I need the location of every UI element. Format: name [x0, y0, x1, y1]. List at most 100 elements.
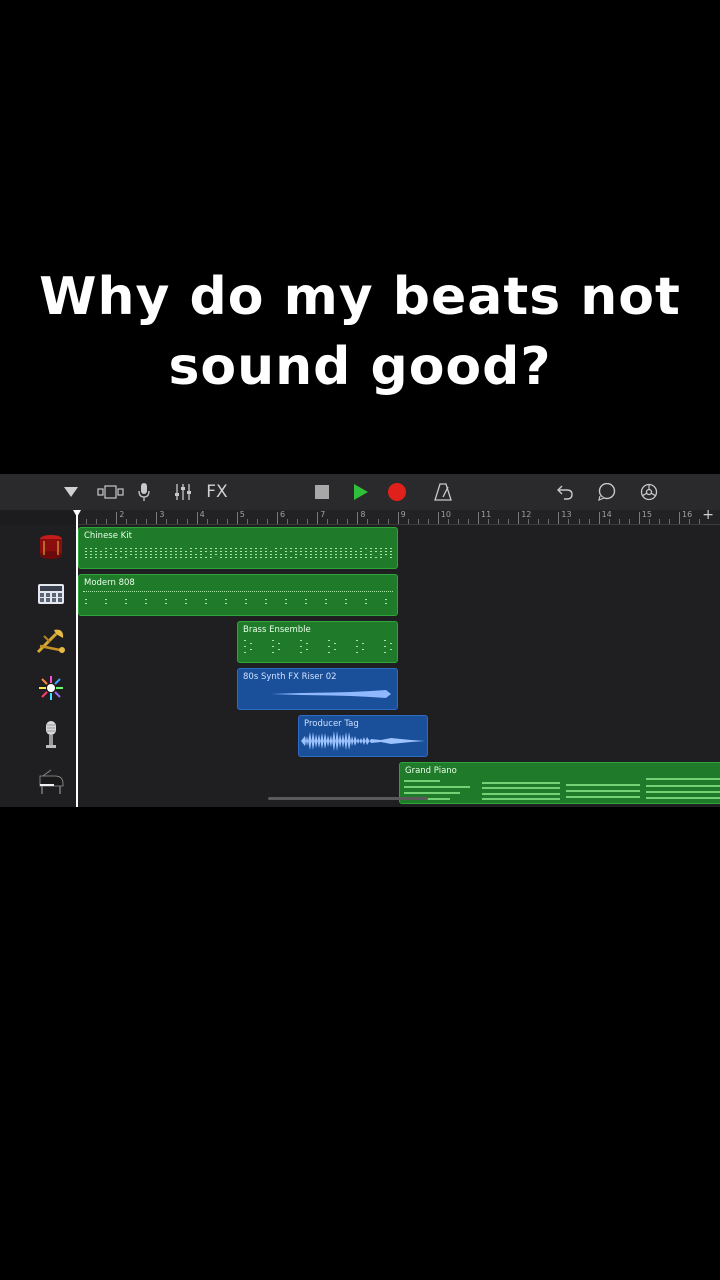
midi-note [170, 548, 172, 549]
video-caption: Why do my beats not sound good? [0, 262, 720, 402]
midi-note [205, 548, 207, 549]
control-bar: FX [0, 474, 720, 510]
midi-note [85, 557, 87, 558]
midi-note [265, 557, 267, 558]
add-section-button[interactable]: + [702, 507, 714, 523]
caption-line-1: Why do my beats not [39, 267, 681, 327]
midi-note [160, 548, 162, 549]
midi-note [384, 652, 386, 653]
midi-note [280, 548, 282, 549]
midi-note [325, 554, 327, 555]
midi-note [325, 551, 327, 552]
stop-icon [315, 485, 329, 499]
midi-note [245, 554, 247, 555]
mic-icon[interactable] [134, 480, 154, 504]
play-button[interactable] [345, 480, 375, 504]
browser-icon[interactable] [96, 480, 126, 504]
midi-note [270, 557, 272, 558]
stop-button[interactable] [311, 480, 333, 504]
track-lane[interactable] [78, 666, 720, 714]
midi-note [180, 551, 182, 552]
region-grand-piano[interactable]: Grand Piano [399, 762, 720, 804]
midi-note [255, 548, 257, 549]
region-label: Modern 808 [84, 578, 135, 588]
ruler-beat-tick [628, 519, 630, 524]
midi-note [365, 603, 367, 604]
midi-note [305, 599, 307, 600]
midi-note [225, 599, 227, 600]
midi-note [220, 554, 222, 555]
midi-note [280, 554, 282, 555]
ruler-beat-tick [488, 519, 490, 524]
ruler-bar-line [679, 512, 680, 524]
midi-note [140, 554, 142, 555]
ruler-bar-number: 12 [521, 510, 532, 519]
region-chinese-kit[interactable]: Chinese Kit [78, 527, 398, 569]
metronome-icon[interactable] [432, 480, 454, 504]
midi-note [190, 557, 192, 558]
midi-note [180, 554, 182, 555]
midi-note [300, 554, 302, 555]
grand-piano-icon[interactable] [36, 767, 66, 797]
track-lane[interactable] [78, 619, 720, 667]
midi-note [180, 548, 182, 549]
track-area[interactable]: Chinese Kit Modern 808 Brass Ensemble 80… [78, 525, 720, 807]
synth-fx-icon[interactable] [36, 673, 66, 703]
ruler-bar-line [236, 512, 238, 524]
midi-note [130, 554, 132, 555]
ruler-bar-line [357, 512, 359, 524]
midi-note [160, 554, 162, 555]
midi-note [90, 557, 92, 558]
midi-note [125, 557, 127, 558]
midi-note [125, 548, 127, 549]
midi-note [165, 557, 167, 558]
midi-note [170, 554, 172, 555]
timeline-ruler[interactable]: + 2 3 4 5 6 7 8 9 10 11 12 13 14 15 16 [76, 507, 720, 525]
ruler-beat-tick [216, 519, 218, 524]
settings-icon[interactable] [638, 480, 660, 504]
mixer-icon[interactable] [172, 480, 194, 504]
midi-note [290, 551, 292, 552]
midi-note [295, 551, 297, 552]
midi-note [155, 557, 157, 558]
midi-note [330, 557, 332, 558]
ruler-beat-tick [256, 519, 258, 524]
midi-note [356, 652, 358, 653]
ruler-beat-tick [126, 519, 128, 524]
record-button[interactable] [384, 480, 410, 504]
horizontal-scrollbar[interactable] [268, 797, 428, 800]
midi-note [85, 599, 87, 600]
midi-note [250, 643, 252, 644]
playhead-handle[interactable] [73, 510, 81, 517]
loop-icon[interactable] [595, 480, 619, 504]
midi-note [110, 554, 112, 555]
drum-kit-icon[interactable] [36, 532, 66, 562]
region-modern-808[interactable]: Modern 808 [78, 574, 398, 616]
midi-note [315, 557, 317, 558]
fx-button[interactable]: FX [202, 480, 232, 504]
midi-note [355, 551, 357, 552]
playhead[interactable] [76, 510, 78, 807]
midi-note [125, 554, 127, 555]
midi-note [195, 557, 197, 558]
midi-note [355, 554, 357, 555]
midi-note [305, 603, 307, 604]
midi-note [356, 646, 358, 647]
region-producer-tag[interactable]: Producer Tag [298, 715, 428, 757]
midi-note [205, 557, 207, 558]
undo-icon[interactable] [554, 480, 576, 504]
ruler-beat-tick [538, 519, 540, 524]
region-synth-fx-riser[interactable]: 80s Synth FX Riser 02 [237, 668, 398, 710]
midi-note [145, 554, 147, 555]
ruler-bar-line [558, 512, 560, 524]
midi-note [310, 557, 312, 558]
midi-note [385, 548, 387, 549]
microphone-icon[interactable] [36, 720, 66, 750]
midi-note [325, 557, 327, 558]
midi-note [115, 548, 117, 549]
drum-machine-icon[interactable] [36, 579, 66, 609]
track-view-toggle-icon[interactable] [60, 480, 82, 504]
brass-icon[interactable] [36, 626, 66, 656]
region-brass-ensemble[interactable]: Brass Ensemble [237, 621, 398, 663]
ruler-beat-tick [578, 519, 580, 524]
